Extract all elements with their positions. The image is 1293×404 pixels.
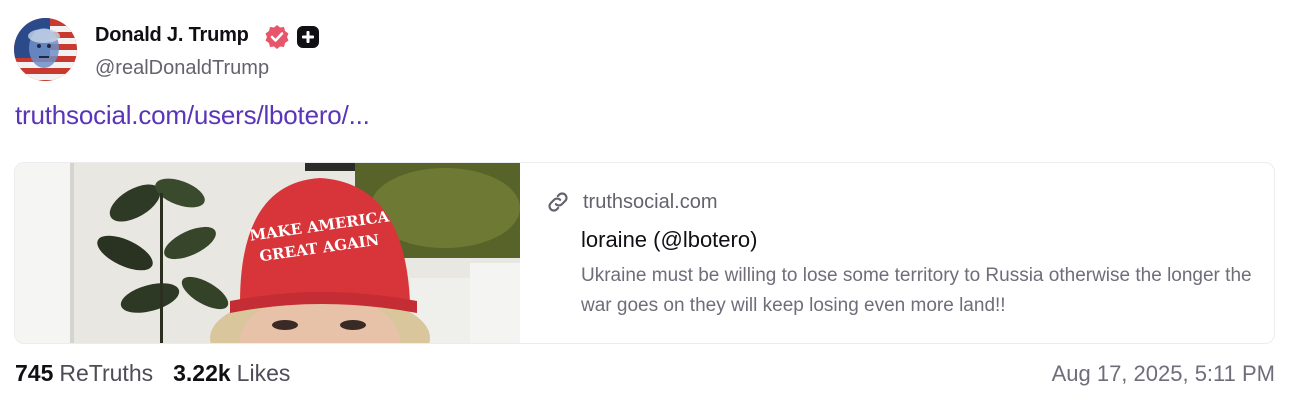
retruths-label[interactable]: ReTruths (59, 360, 153, 387)
card-thumbnail: MAKE AMERICA GREAT AGAIN (15, 163, 520, 343)
avatar-image (14, 18, 77, 81)
card-description: Ukraine must be willing to lose some ter… (581, 265, 1252, 316)
likes-label[interactable]: Likes (237, 360, 291, 387)
retruths-count[interactable]: 745 (15, 360, 53, 387)
avatar[interactable] (14, 18, 77, 81)
thumbnail-image: MAKE AMERICA GREAT AGAIN (15, 163, 520, 343)
link-chain-icon (548, 192, 568, 212)
likes-count[interactable]: 3.22k (173, 360, 231, 387)
author-name[interactable]: Donald J. Trump (95, 24, 249, 47)
post-link[interactable]: truthsocial.com/users/lbotero/... (15, 100, 370, 131)
card-domain: truthsocial.com (583, 190, 718, 213)
link-preview-card[interactable]: MAKE AMERICA GREAT AGAIN truthsocial.com… (14, 162, 1275, 344)
post-stats: 745 ReTruths 3.22k Likes (15, 360, 290, 387)
verified-badge-icon (265, 25, 289, 49)
plus-square-icon[interactable] (296, 25, 320, 49)
card-domain-row: truthsocial.com (545, 189, 718, 215)
card-title: loraine (@lbotero) (581, 227, 758, 252)
post-timestamp[interactable]: Aug 17, 2025, 5:11 PM (1052, 361, 1275, 387)
author-handle[interactable]: @realDonaldTrump (95, 57, 269, 80)
